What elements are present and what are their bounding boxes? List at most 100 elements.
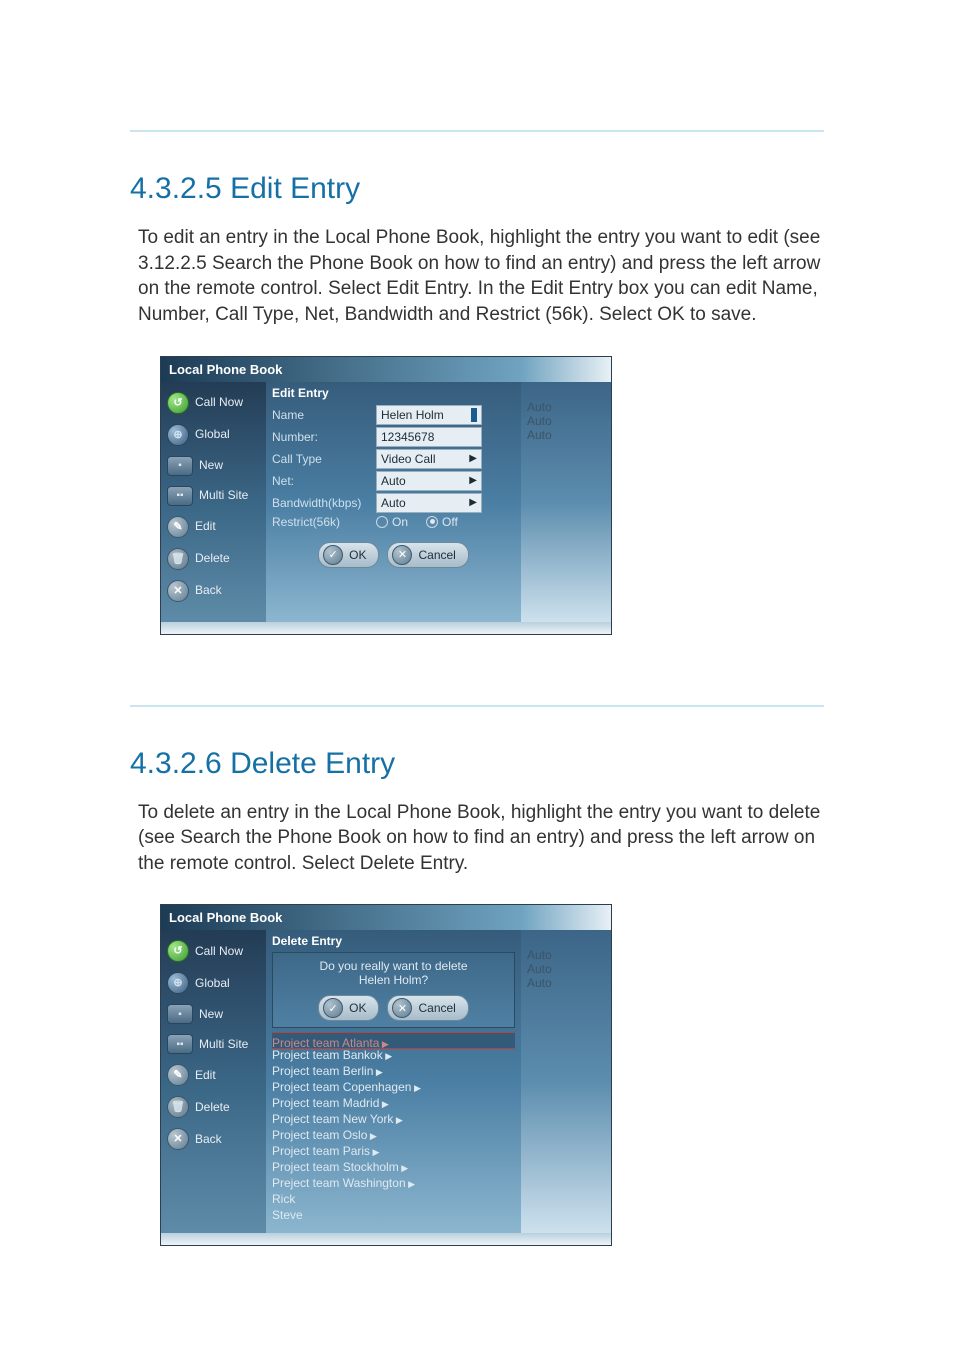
trash-icon: 🗑 [167,1096,189,1118]
sidebar-item-global[interactable]: ⊕ Global [167,424,262,446]
list-item[interactable]: Project team Stockholm [272,1159,515,1175]
sidebar-item-back[interactable]: ✕ Back [167,580,262,602]
cancel-button[interactable]: ✕ Cancel [387,995,468,1021]
close-icon: ✕ [392,545,412,565]
window-title: Local Phone Book [161,357,611,382]
divider [130,705,824,707]
close-icon: ✕ [167,1128,189,1150]
chevron-right-icon: ▶ [469,475,477,486]
label-net: Net: [272,474,372,488]
check-icon: ✓ [323,545,343,565]
sidebar-item-call-now[interactable]: ↺ Call Now [167,392,262,414]
confirm-text-line2: Helen Holm? [277,973,510,987]
paragraph-edit: To edit an entry in the Local Phone Book… [138,225,824,328]
cancel-button[interactable]: ✕ Cancel [387,542,468,568]
sidebar-item-new[interactable]: ▪ New [167,456,262,476]
list-item[interactable]: Project team Bankok [272,1047,515,1063]
call-icon: ↺ [167,392,189,414]
label-name: Name [272,408,372,422]
list-item[interactable]: Project team New York [272,1111,515,1127]
sidebar-item-label: Edit [195,520,262,533]
list-item[interactable]: Project team Atlanta [272,1032,515,1049]
right-value: Auto [527,948,605,962]
list-item[interactable]: Preject team Washington [272,1175,515,1191]
chevron-right-icon: ▶ [469,453,477,464]
sidebar-item-multi-site[interactable]: ▪▪ Multi Site [167,1034,262,1054]
label-bandwidth: Bandwidth(kbps) [272,496,372,510]
sidebar-item-delete[interactable]: 🗑 Delete [167,1096,262,1118]
multi-icon: ▪▪ [167,486,193,506]
sidebar-item-label: New [199,1008,262,1021]
list-item[interactable]: Project team Oslo [272,1127,515,1143]
list-item[interactable]: Project team Paris [272,1143,515,1159]
sidebar-item-label: Back [195,584,262,597]
delete-panel: Delete Entry Do you really want to delet… [266,930,521,1233]
label-calltype: Call Type [272,452,372,466]
panel-title: Delete Entry [266,930,521,952]
sidebar-item-edit[interactable]: ✎ Edit [167,516,262,538]
right-col: Auto Auto Auto [521,930,611,1233]
sidebar-item-new[interactable]: ▪ New [167,1004,262,1024]
sidebar-item-back[interactable]: ✕ Back [167,1128,262,1150]
list-item[interactable]: Rick [272,1191,515,1207]
globe-icon: ⊕ [167,424,189,446]
sidebar-item-label: New [199,459,262,472]
window-title: Local Phone Book [161,905,611,930]
heading-edit-entry: 4.3.2.5 Edit Entry [130,172,824,206]
list-item[interactable]: Project team Berlin [272,1063,515,1079]
trash-icon: 🗑 [167,548,189,570]
sidebar-item-label: Global [195,977,262,990]
screenshot-edit-entry: Local Phone Book ↺ Call Now ⊕ Global ▪ N… [160,356,612,635]
sidebar: ↺ Call Now ⊕ Global ▪ New ▪▪ Multi Site [161,382,266,622]
label-number: Number: [272,430,372,444]
ok-button[interactable]: ✓ OK [318,542,379,568]
confirm-dialog: Do you really want to delete Helen Holm?… [272,952,515,1028]
new-icon: ▪ [167,1004,193,1024]
list-item[interactable]: Project team Copenhagen [272,1079,515,1095]
right-value: Auto [527,400,605,414]
paragraph-delete: To delete an entry in the Local Phone Bo… [138,800,824,877]
sidebar-item-label: Delete [195,552,262,565]
call-icon: ↺ [167,940,189,962]
sidebar-item-label: Call Now [195,945,262,958]
right-value: Auto [527,962,605,976]
screenshot-delete-entry: Local Phone Book ↺ Call Now ⊕ Global ▪ N… [160,904,612,1246]
sidebar-item-call-now[interactable]: ↺ Call Now [167,940,262,962]
list-item[interactable]: Steve [272,1207,515,1223]
right-value: Auto [527,414,605,428]
contact-list: Project team Atlanta Project team Bankok… [266,1030,521,1223]
list-item[interactable]: Project team Madrid [272,1095,515,1111]
pencil-icon: ✎ [167,1064,189,1086]
edit-panel: Edit Entry Name Helen Holm. Number: 1234… [266,382,521,622]
select-bandwidth[interactable]: Auto▶ [376,493,482,513]
close-icon: ✕ [392,998,412,1018]
radio-restrict-off[interactable]: Off [426,515,458,529]
label-restrict: Restrict(56k) [272,515,372,529]
select-calltype[interactable]: Video Call▶ [376,449,482,469]
sidebar-item-multi-site[interactable]: ▪▪ Multi Site [167,486,262,506]
sidebar-item-global[interactable]: ⊕ Global [167,972,262,994]
sidebar-item-label: Multi Site [199,1038,262,1051]
sidebar-item-label: Back [195,1133,262,1146]
sidebar-item-label: Call Now [195,396,262,409]
sidebar-item-delete[interactable]: 🗑 Delete [167,548,262,570]
right-col: Auto Auto Auto [521,382,611,622]
input-number[interactable]: 12345678 [376,427,482,447]
check-icon: ✓ [323,998,343,1018]
sidebar-item-edit[interactable]: ✎ Edit [167,1064,262,1086]
radio-restrict-on[interactable]: On [376,515,408,529]
sidebar-item-label: Delete [195,1101,262,1114]
sidebar-item-label: Edit [195,1069,262,1082]
select-net[interactable]: Auto▶ [376,471,482,491]
multi-icon: ▪▪ [167,1034,193,1054]
close-icon: ✕ [167,580,189,602]
divider [130,130,824,132]
chevron-right-icon: ▶ [469,497,477,508]
right-value: Auto [527,428,605,442]
input-name[interactable]: Helen Holm. [376,405,482,425]
sidebar: ↺ Call Now ⊕ Global ▪ New ▪▪ Multi Site [161,930,266,1233]
heading-delete-entry: 4.3.2.6 Delete Entry [130,747,824,781]
ok-button[interactable]: ✓ OK [318,995,379,1021]
confirm-text-line1: Do you really want to delete [277,959,510,973]
panel-title: Edit Entry [266,382,521,404]
